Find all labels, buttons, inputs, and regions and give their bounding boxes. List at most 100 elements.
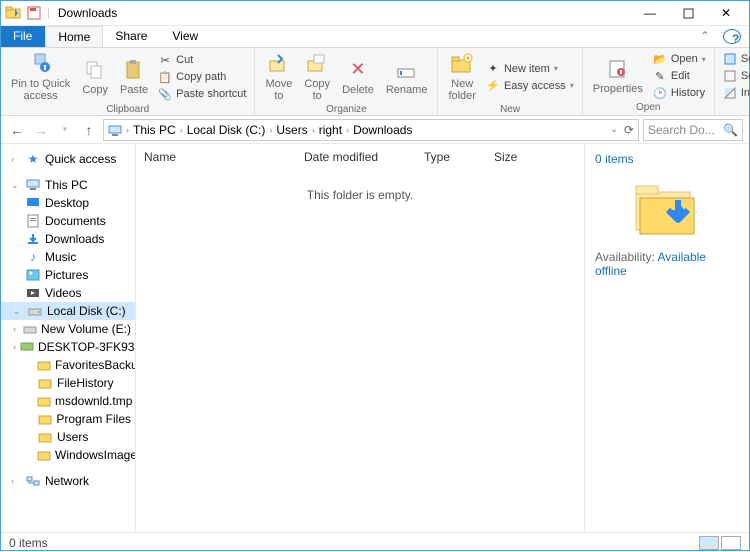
crumb[interactable]: Users xyxy=(276,123,307,137)
recent-button[interactable]: ▾ xyxy=(55,120,75,140)
group-organize-label: Organize xyxy=(261,104,431,117)
rename-icon xyxy=(395,58,419,82)
forward-button[interactable]: → xyxy=(31,120,51,140)
history-dropdown[interactable]: ⌄ xyxy=(610,124,618,135)
pc-icon xyxy=(108,123,122,137)
column-name[interactable]: Name xyxy=(144,150,304,164)
nav-this-pc[interactable]: ⌄This PC xyxy=(1,176,135,194)
nav-users[interactable]: Users xyxy=(1,428,135,446)
crumb[interactable]: right xyxy=(319,123,342,137)
network-icon xyxy=(25,474,41,488)
nav-fav-backup[interactable]: FavoritesBackup8. xyxy=(1,356,135,374)
downloads-icon xyxy=(25,232,41,246)
new-folder-button[interactable]: ✦New folder xyxy=(444,50,480,104)
nav-desktop[interactable]: Desktop xyxy=(1,194,135,212)
help-button[interactable]: ? xyxy=(723,29,741,44)
column-size[interactable]: Size xyxy=(494,150,547,164)
nav-network[interactable]: ›Network xyxy=(1,472,135,490)
crumb[interactable]: Downloads xyxy=(353,123,412,137)
breadcrumb[interactable]: › This PC› Local Disk (C:)› Users› right… xyxy=(103,119,639,141)
folder-icon xyxy=(37,376,53,390)
history-icon: 🕑 xyxy=(653,86,667,100)
search-input[interactable]: Search Do...🔍 xyxy=(643,119,743,141)
shortcut-icon: 📎 xyxy=(158,87,172,101)
star-icon: ★ xyxy=(25,152,41,166)
nav-new-volume[interactable]: ›New Volume (E:) xyxy=(1,320,135,338)
file-list[interactable]: Name Date modified Type Size This folder… xyxy=(136,144,584,532)
tab-view[interactable]: View xyxy=(160,26,211,47)
nav-win-image[interactable]: WindowsImageBa xyxy=(1,446,135,464)
nav-quick-access[interactable]: ›★Quick access xyxy=(1,150,135,168)
nav-local-disk[interactable]: ⌄Local Disk (C:) xyxy=(1,302,135,320)
cut-button[interactable]: ✂Cut xyxy=(156,52,248,68)
paste-shortcut-button[interactable]: 📎Paste shortcut xyxy=(156,86,248,102)
details-pane: 0 items Availability: Available offline xyxy=(584,144,749,532)
view-details-button[interactable] xyxy=(699,536,719,550)
column-date[interactable]: Date modified xyxy=(304,150,424,164)
minimize-button[interactable]: — xyxy=(631,3,669,23)
folder-icon xyxy=(37,412,52,426)
invert-selection-button[interactable]: Invert selection xyxy=(721,85,750,101)
nav-program-files[interactable]: Program Files xyxy=(1,410,135,428)
qa-save-icon[interactable] xyxy=(27,6,41,20)
desktop-icon xyxy=(25,196,41,210)
folder-icon xyxy=(37,448,51,462)
move-to-button[interactable]: Move to xyxy=(261,50,296,104)
view-icons-button[interactable] xyxy=(721,536,741,550)
nav-videos[interactable]: Videos xyxy=(1,284,135,302)
paste-button[interactable]: Paste xyxy=(116,56,152,98)
properties-button[interactable]: Properties xyxy=(589,55,647,97)
nav-downloads[interactable]: Downloads xyxy=(1,230,135,248)
empty-folder-text: This folder is empty. xyxy=(136,188,584,202)
group-clipboard-label: Clipboard xyxy=(7,104,248,117)
back-button[interactable]: ← xyxy=(7,120,27,140)
tab-share[interactable]: Share xyxy=(103,26,160,47)
app-icon xyxy=(5,5,21,21)
folder-icon xyxy=(37,394,51,408)
edit-icon: ✎ xyxy=(653,69,667,83)
nav-msdownld[interactable]: msdownld.tmp xyxy=(1,392,135,410)
nav-pictures[interactable]: Pictures xyxy=(1,266,135,284)
folder-icon xyxy=(37,430,53,444)
maximize-button[interactable] xyxy=(669,3,707,23)
up-button[interactable]: ↑ xyxy=(79,120,99,140)
pc-icon xyxy=(25,178,41,192)
navigation-pane[interactable]: ›★Quick access ⌄This PC Desktop Document… xyxy=(1,144,136,532)
drive-icon xyxy=(27,304,43,318)
nav-documents[interactable]: Documents xyxy=(1,212,135,230)
tab-home[interactable]: Home xyxy=(45,26,103,47)
select-none-icon xyxy=(723,69,737,83)
copy-button[interactable]: Copy xyxy=(78,56,112,98)
videos-icon xyxy=(25,286,41,300)
documents-icon xyxy=(25,214,41,228)
copy-path-button[interactable]: 📋Copy path xyxy=(156,69,248,85)
select-all-button[interactable]: Select all xyxy=(721,51,750,67)
close-button[interactable]: ✕ xyxy=(707,3,745,23)
copy-to-button[interactable]: Copy to xyxy=(300,50,334,104)
crumb[interactable]: This PC xyxy=(133,123,176,137)
refresh-button[interactable]: ⟳ xyxy=(624,123,634,137)
select-none-button[interactable]: Select none xyxy=(721,68,750,84)
new-item-button[interactable]: ✦New item ▾ xyxy=(484,61,576,77)
computer-icon xyxy=(20,340,34,354)
item-count: 0 items xyxy=(595,152,739,166)
pin-quick-access-button[interactable]: Pin to Quick access xyxy=(7,50,74,104)
history-button[interactable]: 🕑History xyxy=(651,85,708,101)
easy-access-icon: ⚡ xyxy=(486,79,500,93)
crumb[interactable]: Local Disk (C:) xyxy=(187,123,266,137)
select-all-icon xyxy=(723,52,737,66)
nav-file-history[interactable]: FileHistory xyxy=(1,374,135,392)
easy-access-button[interactable]: ⚡Easy access ▾ xyxy=(484,78,576,94)
edit-button[interactable]: ✎Edit xyxy=(651,68,708,84)
new-item-icon: ✦ xyxy=(486,62,500,76)
nav-desktop-pc[interactable]: ›DESKTOP-3FK933L xyxy=(1,338,135,356)
scissors-icon: ✂ xyxy=(158,53,172,67)
delete-button[interactable]: ✕Delete xyxy=(338,56,378,98)
rename-button[interactable]: Rename xyxy=(382,56,432,98)
column-type[interactable]: Type xyxy=(424,150,494,164)
tab-file[interactable]: File xyxy=(1,26,45,47)
open-button[interactable]: 📂Open ▾ xyxy=(651,51,708,67)
ribbon-collapse-button[interactable]: ⌃ xyxy=(688,26,723,47)
nav-music[interactable]: ♪Music xyxy=(1,248,135,266)
pictures-icon xyxy=(25,268,41,282)
